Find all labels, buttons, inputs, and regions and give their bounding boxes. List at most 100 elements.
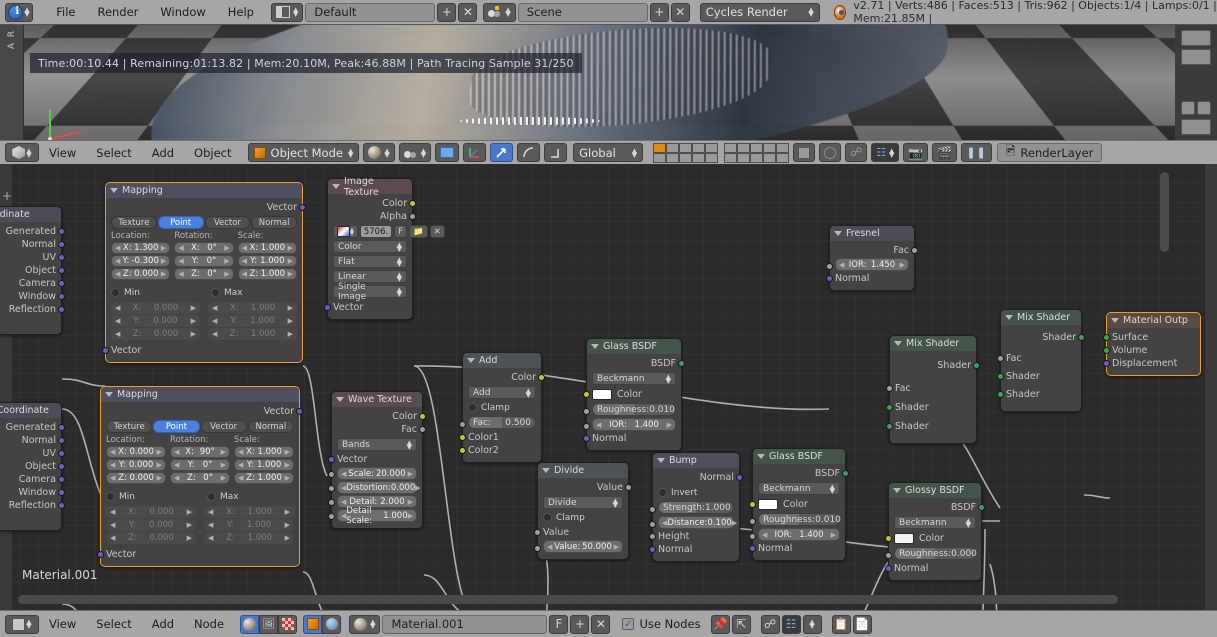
socket-row[interactable]: Value (534, 526, 623, 539)
math-operation-dropdown[interactable]: Divide ▲ ▼ (543, 496, 623, 509)
clamp-toggle[interactable]: Clamp (468, 401, 536, 414)
collapse-triangle-icon[interactable] (893, 488, 901, 493)
socket-row[interactable]: Normal (826, 272, 909, 285)
layer-group-1[interactable] (653, 142, 719, 163)
add-screen-layout-button[interactable]: + (437, 2, 457, 22)
input-socket-ior[interactable] (749, 533, 756, 540)
output-socket-camera[interactable] (58, 280, 65, 287)
socket-row[interactable]: Color (468, 371, 545, 384)
output-socket-bsdf[interactable] (678, 360, 685, 367)
input-socket-normal[interactable] (885, 565, 892, 572)
rotation-x-field[interactable]: ◀ X: 0° ▶ (174, 242, 234, 254)
node-header[interactable]: Glossy BSDF (889, 483, 981, 498)
node-header[interactable]: Material Outp (1107, 313, 1200, 328)
output-socket-normal[interactable] (58, 241, 65, 248)
menu-object[interactable]: Object (184, 144, 241, 162)
projection-dropdown[interactable]: Flat ▲ ▼ (333, 255, 407, 268)
socket-row[interactable]: rom Dupli (0, 316, 56, 329)
collapse-triangle-icon[interactable] (1005, 315, 1013, 320)
node-math-divide[interactable]: Divide Value Divide ▲ ▼ Clamp Value ◀ Value… (534, 462, 632, 560)
socket-row[interactable]: Fac (886, 382, 971, 395)
socket-row[interactable]: Normal (583, 432, 676, 445)
vertical-scrollbar[interactable] (1160, 172, 1169, 252)
input-socket-vector[interactable] (102, 347, 109, 354)
input-socket-shader1[interactable] (886, 404, 893, 411)
editor-type-node-button[interactable]: ▲ ▼ (5, 614, 39, 634)
layer-cell[interactable] (724, 152, 738, 163)
panel-button-1[interactable] (1181, 30, 1211, 46)
layer-cell[interactable] (653, 142, 667, 153)
socket-row[interactable]: Color1 (459, 431, 536, 444)
layer-cell[interactable] (737, 142, 751, 153)
ior-field[interactable]: ◀ IOR: 1.400 ▶ (758, 528, 840, 541)
snap-target-select[interactable]: ▲ ▼ (802, 614, 822, 634)
paste-nodes-button[interactable]: 📄 (852, 614, 872, 634)
menu-view[interactable]: View (39, 615, 86, 633)
unlink-material-button[interactable]: ✕ (591, 614, 611, 634)
layer-cell[interactable] (679, 152, 693, 163)
input-socket-vector[interactable] (97, 551, 104, 558)
screen-layout-name[interactable]: Default (305, 2, 436, 22)
output-socket-color[interactable] (409, 200, 416, 207)
socket-row[interactable]: Window (0, 290, 65, 303)
socket-row[interactable]: Surface (1103, 331, 1195, 344)
proportional-edit-button[interactable] (819, 143, 842, 162)
max-y-field[interactable]: ◀ Y: 1.000 ▶ (204, 519, 294, 531)
layer-cell[interactable] (776, 142, 790, 153)
tab-object-shader[interactable] (303, 614, 323, 634)
node-mix-rgb-add[interactable]: Add Color Add ▲ ▼ Clamp Fac: 0.500 Color1 C… (459, 352, 545, 463)
layer-cell[interactable] (705, 152, 719, 163)
min-z-field[interactable]: ◀ Z: 0.000 ▶ (106, 532, 196, 544)
output-socket-normal[interactable] (736, 474, 743, 481)
socket-row[interactable]: Vector (106, 405, 303, 418)
node-mix-shader-1[interactable]: Mix Shader Shader Fac Shader Shader (886, 335, 980, 444)
input-socket-normal[interactable] (749, 545, 756, 552)
scale-y-field[interactable]: ◀ Y: 1.000 ▶ (237, 255, 297, 267)
mapping-type-tabs[interactable]: Texture Point Vector Normal (111, 216, 297, 229)
socket-row[interactable]: Generated (0, 421, 65, 434)
input-socket-color1[interactable] (459, 434, 466, 441)
input-socket-detail-scale[interactable] (328, 513, 335, 520)
snap-toggle[interactable]: ☍ (845, 143, 868, 162)
input-socket-displacement[interactable] (1103, 360, 1110, 367)
socket-row[interactable]: Generated (0, 225, 65, 238)
color-swatch[interactable] (758, 498, 778, 510)
layer-cell[interactable] (763, 152, 777, 163)
node-header[interactable]: Mapping (106, 183, 302, 198)
node-mapping-2[interactable]: Mapping Vector Texture Point Vector Norm… (97, 386, 303, 567)
node-header[interactable]: Glass BSDF (753, 449, 845, 464)
input-socket-distance[interactable] (649, 521, 656, 528)
socket-row[interactable]: Vector (97, 548, 294, 561)
min-x-field[interactable]: ◀ X: 0.000 ▶ (106, 506, 196, 518)
menu-node[interactable]: Node (184, 615, 234, 633)
socket-row[interactable]: Vector (102, 344, 297, 357)
menu-window[interactable]: Window (149, 3, 216, 21)
layer-cell[interactable] (666, 142, 680, 153)
viewport-right-panel[interactable] (1175, 25, 1217, 140)
checkbox-icon[interactable]: ✓ (622, 618, 635, 630)
location-y-field[interactable]: ◀ Y: -0.300 ▶ (111, 255, 171, 267)
open-toolshelf-button[interactable]: + (2, 189, 12, 203)
rotation-y-field[interactable]: ◀ Y: 0° ▶ (170, 459, 230, 471)
output-socket-bsdf[interactable] (978, 504, 985, 511)
collapse-triangle-icon[interactable] (1111, 318, 1119, 323)
delete-screen-layout-button[interactable]: ✕ (458, 2, 478, 22)
unlink-image-button[interactable]: ✕ (429, 225, 445, 238)
radio-icon[interactable] (543, 513, 552, 522)
socket-row[interactable]: Camera (0, 277, 65, 290)
tab-texture[interactable]: Texture (111, 216, 157, 229)
rotation-z-field[interactable]: ◀ Z: 0° ▶ (170, 472, 230, 484)
transform-orientation-select[interactable]: Global ▲ ▼ (573, 143, 644, 162)
snap-element-select[interactable]: ☷ ▲ ▼ (871, 143, 900, 162)
ior-field[interactable]: ◀ IOR: 1.400 ▶ (592, 418, 676, 431)
socket-row[interactable]: Vector (328, 453, 417, 466)
socket-row[interactable]: BSDF (894, 501, 985, 514)
rotation-x-field[interactable]: ◀ X: 90° ▶ (170, 446, 230, 458)
node-glass-bsdf-1[interactable]: Glass BSDF BSDF Beckmann ▲ ▼ Color Roughne… (583, 338, 685, 451)
layer-cell[interactable] (750, 142, 764, 153)
clamp-toggle[interactable]: Clamp (543, 511, 623, 524)
collapse-triangle-icon[interactable] (467, 358, 475, 363)
manipulator-scale-button[interactable] (544, 143, 568, 162)
input-socket-height[interactable] (649, 533, 656, 540)
node-glossy-bsdf[interactable]: Glossy BSDF BSDF Beckmann ▲ ▼ Color Roughn… (885, 482, 985, 581)
